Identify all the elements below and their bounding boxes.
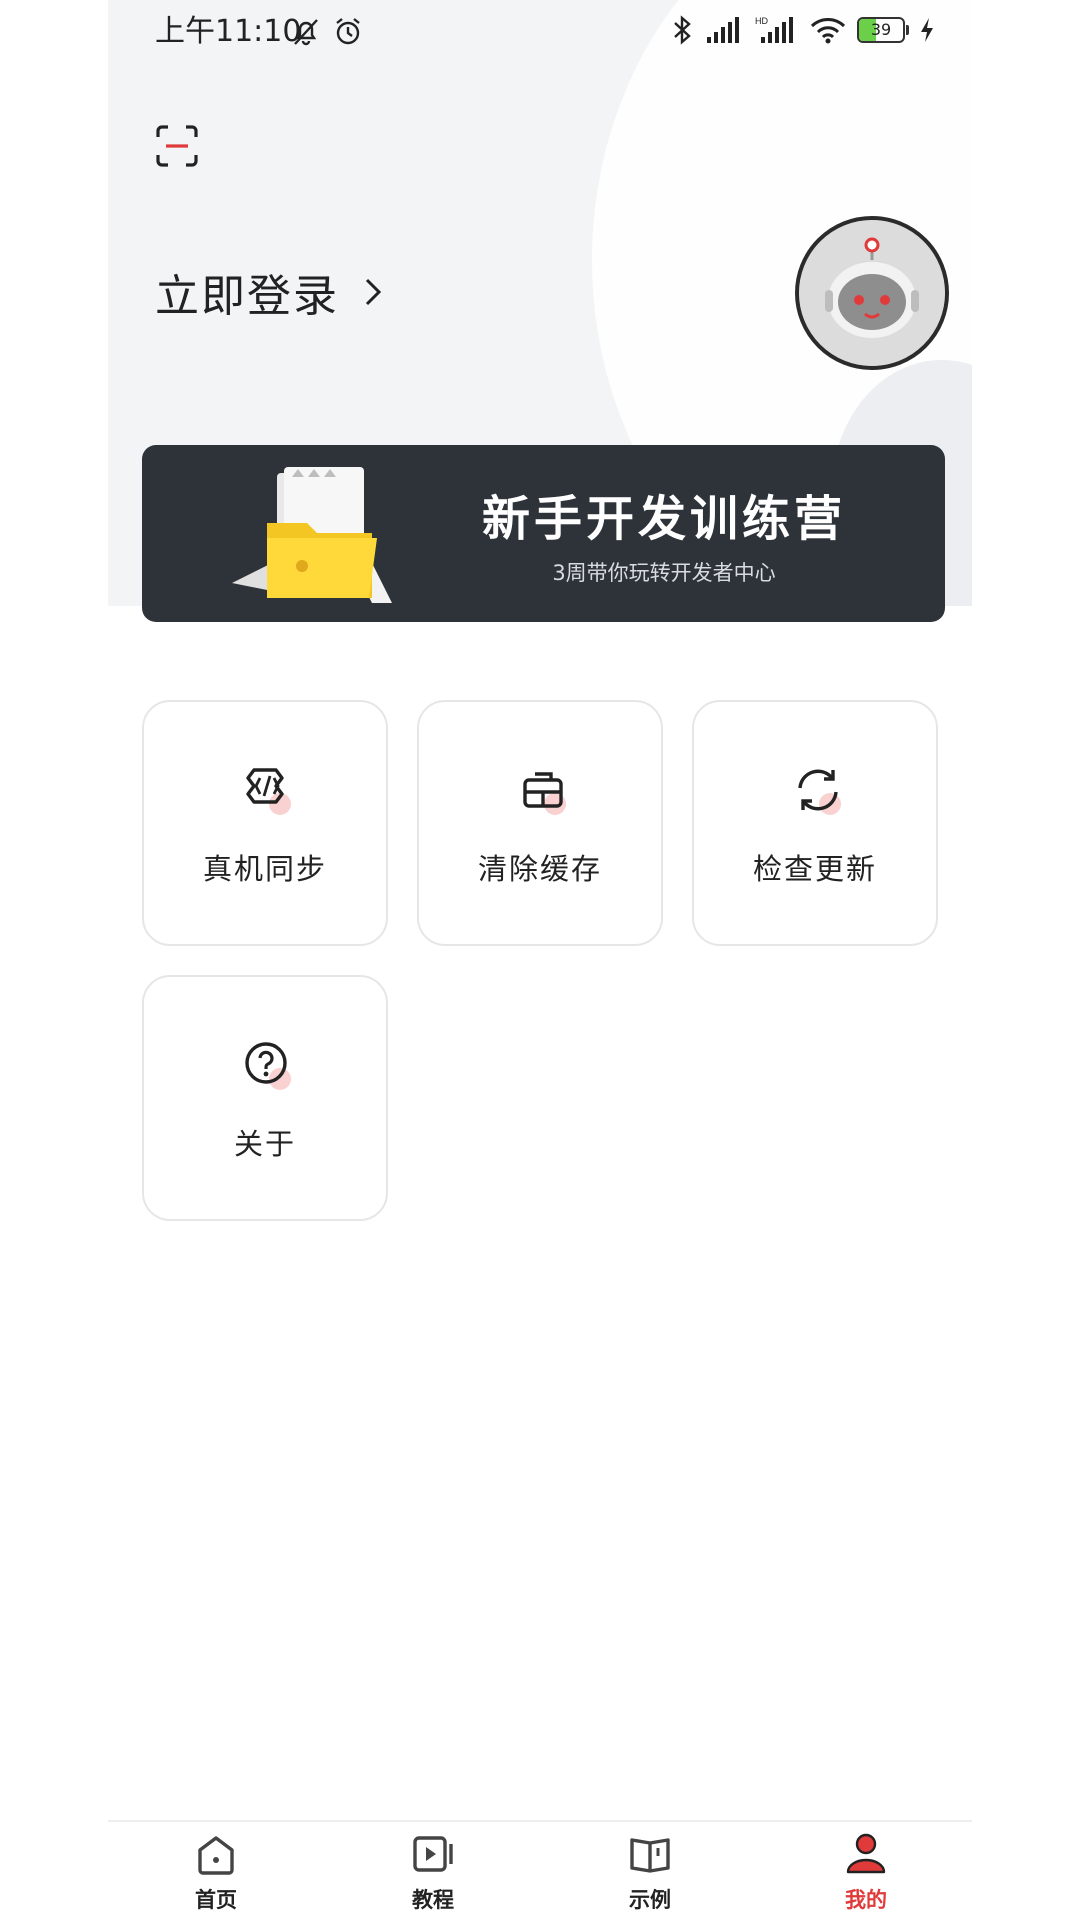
- battery-body: 39: [857, 17, 905, 43]
- status-right-icons: HD 39: [669, 14, 935, 46]
- charging-icon: [921, 18, 933, 42]
- tab-examples[interactable]: 示例: [590, 1830, 710, 1920]
- action-card-check-update[interactable]: 检查更新: [692, 700, 938, 946]
- user-icon: [846, 1833, 886, 1874]
- chevron-right-icon: [365, 278, 382, 306]
- tab-home[interactable]: 首页: [156, 1830, 276, 1920]
- alarm-icon: [336, 18, 360, 45]
- battery-indicator: 39: [857, 17, 909, 43]
- folder-illustration-icon: [232, 467, 392, 603]
- banner-subtitle: 3周带你玩转开发者中心: [552, 561, 776, 585]
- screen-edge-right: [972, 0, 1080, 1920]
- signal-hd-icon: HD: [755, 16, 793, 43]
- robot-avatar-icon: [799, 220, 945, 366]
- tab-label: 首页: [195, 1888, 237, 1912]
- tab-mine[interactable]: 我的: [806, 1830, 926, 1920]
- status-time: 上午11:10: [155, 14, 302, 49]
- video-icon: [413, 1836, 453, 1872]
- tab-label: 我的: [845, 1888, 887, 1912]
- status-bar: 上午11:10 HD 39: [155, 12, 935, 52]
- action-card-clear-cache[interactable]: 清除缓存: [417, 700, 663, 946]
- bluetooth-icon: [674, 15, 691, 45]
- battery-cap: [906, 25, 909, 35]
- tab-label: 示例: [629, 1888, 671, 1912]
- bottom-tab-bar: 首页 教程 示例 我的: [108, 1820, 972, 1920]
- wifi-icon: [810, 18, 846, 44]
- code-sync-icon: [246, 768, 291, 815]
- battery-level-text: 39: [870, 20, 892, 39]
- status-left-icons: [290, 16, 364, 48]
- tab-tutorial[interactable]: 教程: [373, 1830, 493, 1920]
- scan-icon[interactable]: [155, 124, 199, 168]
- refresh-icon: [798, 769, 841, 815]
- login-link[interactable]: 立即登录: [155, 260, 383, 324]
- action-label: 检查更新: [752, 852, 877, 886]
- action-label: 清除缓存: [477, 852, 602, 886]
- tab-label: 教程: [412, 1888, 454, 1912]
- question-icon: [245, 1042, 291, 1090]
- banner-title: 新手开发训练营: [481, 491, 846, 547]
- action-label: 真机同步: [202, 852, 327, 886]
- screen: 上午11:10 HD 39 立即登录 新手开发训练营 3周带你玩转开发者中心 真…: [0, 0, 1080, 1920]
- action-card-device-sync[interactable]: 真机同步: [142, 700, 388, 946]
- svg-text:HD: HD: [755, 16, 768, 26]
- book-icon: [630, 1838, 670, 1873]
- login-label: 立即登录: [155, 271, 339, 322]
- clear-cache-icon: [523, 772, 566, 815]
- action-card-about[interactable]: 关于: [142, 975, 388, 1221]
- screen-edge-left: [0, 0, 108, 1920]
- home-icon: [198, 1836, 234, 1875]
- signal-icon: [707, 17, 739, 43]
- mute-bell-icon: [294, 19, 318, 46]
- training-camp-banner[interactable]: 新手开发训练营 3周带你玩转开发者中心: [142, 445, 945, 622]
- action-label: 关于: [233, 1127, 296, 1161]
- avatar[interactable]: [795, 216, 949, 370]
